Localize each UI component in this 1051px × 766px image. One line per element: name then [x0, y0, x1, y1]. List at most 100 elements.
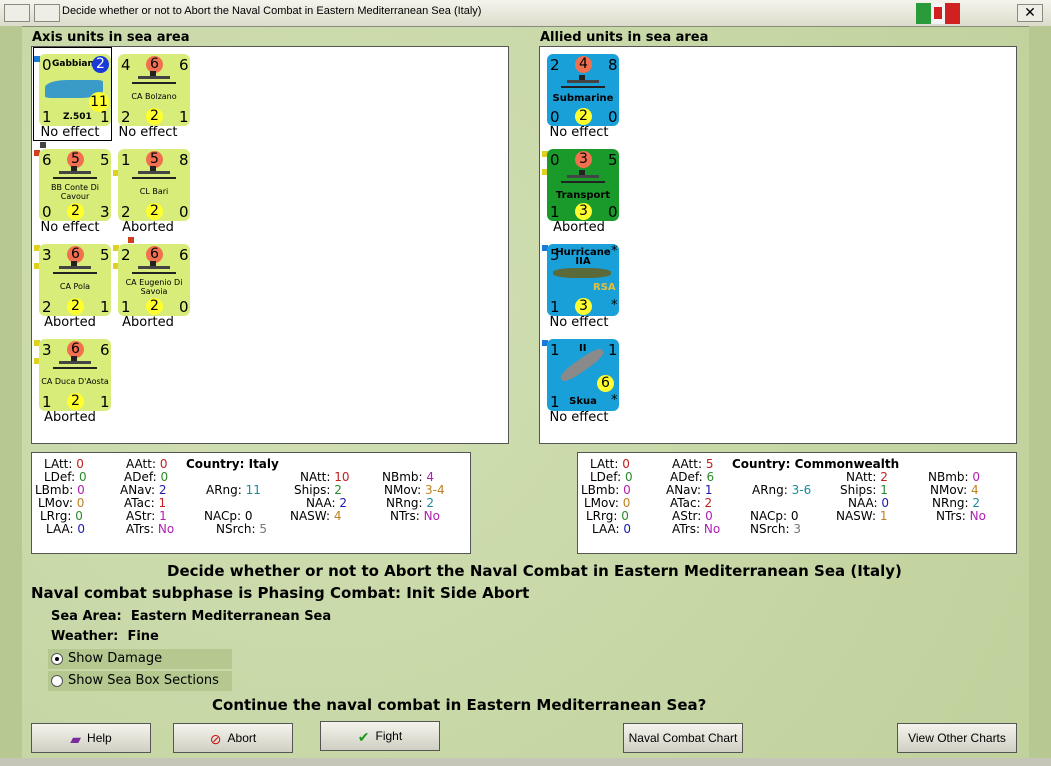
counter-value: 6	[597, 375, 614, 392]
axis-stats-panel: LAtt: 0 LDef: 0 LBmb: 0 LMov: 0 LRrg: 0 …	[31, 452, 471, 554]
stat-value: 0	[623, 522, 632, 536]
stat-label: NAA:	[306, 496, 336, 510]
unit-counter-gabbiano[interactable]: 0 Gabbiano 2 11 1 Z.501 1	[39, 54, 111, 126]
stat-label: LMov:	[38, 496, 73, 510]
counter-value: 2	[121, 203, 131, 221]
stat-value: 5	[259, 522, 267, 536]
stat-value: 0	[159, 457, 168, 471]
unit-counter-ca-bolzano[interactable]: 4 6 6 CA Bolzano 2 2 1	[118, 54, 190, 126]
counter-value: 6	[100, 341, 110, 359]
counter-value: 2	[92, 56, 109, 73]
unit-name: CA Pola	[59, 282, 91, 291]
stat-label: NACp:	[750, 509, 788, 523]
stat-value: 2	[880, 470, 888, 484]
unit-counter-submarine[interactable]: 2 4 8 Submarine 0 2 0	[547, 54, 619, 126]
system-menu-button[interactable]	[4, 4, 30, 22]
counter-value: 1	[42, 393, 52, 411]
weather-row: Weather: Fine	[51, 629, 159, 644]
counter-value: II	[579, 343, 587, 354]
naval-combat-chart-button[interactable]: Naval Combat Chart	[623, 723, 743, 753]
stat-value: No	[423, 509, 440, 523]
stat-value: 0	[881, 496, 890, 510]
stat-value: 6	[706, 470, 715, 484]
title-bar: Decide whether or not to Abort the Naval…	[0, 0, 1051, 27]
show-damage-label: Show Damage	[68, 651, 163, 666]
help-button[interactable]: ▰ Help	[31, 723, 151, 753]
fight-button[interactable]: ✔ Fight	[320, 721, 440, 751]
unit-subtitle: Z.501	[63, 112, 92, 122]
stat-value: 0	[622, 496, 631, 510]
view-other-charts-button[interactable]: View Other Charts	[897, 723, 1017, 753]
counter-value: 6	[179, 56, 189, 74]
checkmark-icon: ✔	[357, 728, 370, 745]
naval-combat-chart-label: Naval Combat Chart	[628, 731, 738, 745]
counter-value: 2	[146, 298, 163, 315]
stat-label: ATrs:	[672, 522, 701, 536]
unit-status: Aborted	[44, 410, 96, 425]
unit-name: Transport	[555, 190, 611, 201]
stat-label: LRrg:	[40, 509, 72, 523]
counter-value: *	[611, 244, 618, 259]
counter-value: *	[611, 298, 618, 313]
warship-icon	[53, 356, 97, 369]
stat-value: 0	[75, 509, 83, 523]
counter-value: 0	[42, 56, 52, 74]
unit-counter-cl-bari[interactable]: 1 5 8 CL Bari 2 2 0	[118, 149, 190, 221]
abort-button[interactable]: ⊘ Abort	[173, 723, 293, 753]
unit-name: CL Bari	[139, 187, 169, 196]
stat-value: 0	[77, 522, 86, 536]
show-sea-box-option[interactable]: Show Sea Box Sections	[48, 671, 232, 691]
show-damage-option[interactable]: Show Damage	[48, 649, 232, 669]
country-value: Italy	[248, 457, 279, 471]
continue-question: Continue the naval combat in Eastern Med…	[212, 696, 707, 714]
radio-button[interactable]	[51, 675, 63, 687]
stat-label: NSrch:	[216, 522, 256, 536]
stat-value: 2	[339, 496, 348, 510]
stat-value: No	[969, 509, 986, 523]
counter-value: 3	[575, 151, 592, 168]
stat-label: LMov:	[584, 496, 619, 510]
stat-label: AAtt:	[126, 457, 156, 471]
unit-counter-bb-conte-di-cavour[interactable]: 6 5 5 BB Conte Di Cavour 0 2 3	[39, 149, 111, 221]
stat-value: 1	[159, 509, 167, 523]
stat-value: 1	[880, 483, 888, 497]
unit-counter-ca-eugenio-di-savoia[interactable]: 2 6 6 CA Eugenio Di Savoia 1 2 0	[118, 244, 190, 316]
counter-value: 1	[121, 298, 131, 316]
unit-counter-ca-duca-daosta[interactable]: 3 6 6 CA Duca D'Aosta 1 2 1	[39, 339, 111, 411]
italy-flag-icon	[916, 3, 961, 24]
close-icon[interactable]: ✕	[1017, 4, 1043, 22]
unit-name: Hurricane IIA	[555, 247, 611, 267]
window-title: Decide whether or not to Abort the Naval…	[62, 5, 482, 17]
stat-label: LAA:	[46, 522, 74, 536]
unit-counter-hurricane-iia[interactable]: 5 Hurricane IIA * RSA 1 3 *	[547, 244, 619, 316]
stat-value: 1	[158, 496, 167, 510]
transport-ship-icon	[561, 170, 605, 183]
stat-label: NAtt:	[846, 470, 877, 484]
show-sea-box-label: Show Sea Box Sections	[68, 673, 219, 688]
counter-value: 1	[179, 108, 189, 126]
stat-label: LAtt:	[590, 457, 619, 471]
unit-name: CA Bolzano	[131, 92, 177, 101]
counter-value: 0	[179, 298, 189, 316]
stat-label: ADef:	[670, 470, 703, 484]
unit-name: BB Conte Di Cavour	[50, 183, 100, 201]
counter-value: 6	[179, 246, 189, 264]
stat-label: LDef:	[590, 470, 622, 484]
stat-label: AStr:	[126, 509, 156, 523]
radio-button-checked[interactable]	[51, 653, 63, 665]
counter-value: 4	[575, 56, 592, 73]
unit-counter-skua[interactable]: 1 II 1 6 1 Skua *	[547, 339, 619, 411]
counter-value: 0	[608, 108, 618, 126]
unit-subtitle: RSA	[593, 282, 616, 293]
stat-value: 0	[77, 483, 85, 497]
stat-label: ARng:	[206, 483, 242, 497]
unit-counter-transport[interactable]: 0 3 5 Transport 1 3 0	[547, 149, 619, 221]
allied-stats-panel: LAtt: 0 LDef: 0 LBmb: 0 LMov: 0 LRrg: 0 …	[577, 452, 1017, 554]
counter-value: 5	[608, 151, 618, 169]
unit-name: Submarine	[552, 93, 614, 104]
stat-value: 10	[334, 470, 350, 484]
restore-button[interactable]	[34, 4, 60, 22]
stat-value: 0	[790, 509, 799, 523]
stat-value: 0	[76, 496, 85, 510]
unit-counter-ca-pola[interactable]: 3 6 5 CA Pola 2 2 1	[39, 244, 111, 316]
